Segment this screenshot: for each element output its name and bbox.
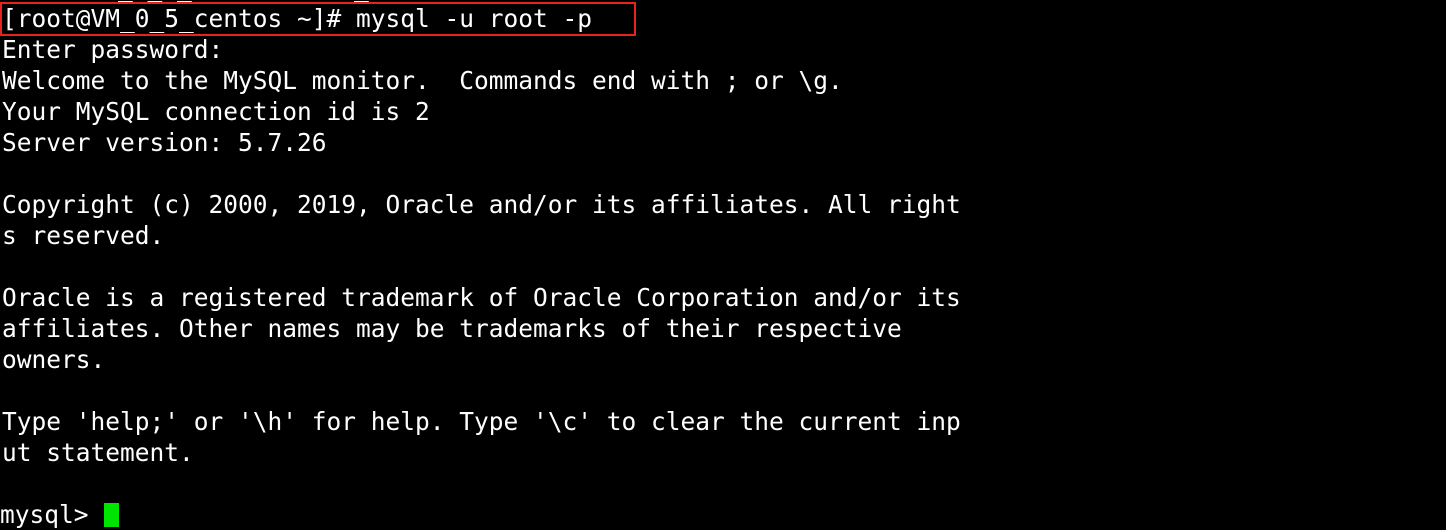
terminal-line-command: [root@VM_0_5_centos ~]# mysql -u root -p [2, 4, 593, 33]
terminal-line-trademark-part2: affiliates. Other names may be trademark… [2, 314, 902, 343]
terminal-line-welcome: Welcome to the MySQL monitor. Commands e… [2, 66, 843, 95]
terminal-line-trademark-part1: Oracle is a registered trademark of Orac… [2, 283, 961, 312]
terminal-line-copyright-part2: s reserved. [2, 221, 165, 250]
terminal-line-password-prompt: Enter password: [2, 35, 224, 64]
terminal-line-copyright-part1: Copyright (c) 2000, 2019, Oracle and/or … [2, 190, 961, 219]
terminal-line-help-part1: Type 'help;' or '\h' for help. Type '\c'… [2, 407, 961, 436]
terminal-line-trademark-part3: owners. [2, 345, 106, 374]
terminal-output-area: [root@VM_0_5_centos ~]# mysql -u root -p… [0, 3, 1446, 530]
terminal-line-help-part2: ut statement. [2, 438, 194, 467]
terminal-line-connection-id: Your MySQL connection id is 2 [2, 97, 430, 126]
terminal-window[interactable]: [root@VM_0_5_centos ~]# _ [root@VM_0_5_c… [0, 0, 1446, 530]
mysql-prompt-line[interactable]: mysql> [0, 499, 1446, 530]
terminal-line-server-version: Server version: 5.7.26 [2, 128, 327, 157]
mysql-prompt-label: mysql> [0, 500, 104, 529]
text-cursor-block [104, 503, 120, 527]
